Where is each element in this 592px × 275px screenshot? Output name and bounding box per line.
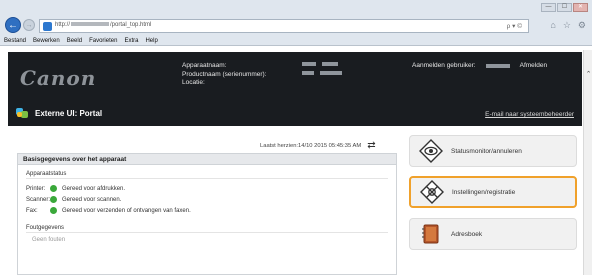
address-bar[interactable]: http:// /portal_top.html ρ ▾ © [39, 19, 529, 33]
login-info: Aanmelden gebruiker: Afmelden [412, 62, 547, 69]
status-label: Fax: [26, 207, 38, 214]
refresh-icon[interactable]: ⇄ [367, 140, 375, 151]
status-text: Gereed voor scannen. [62, 196, 122, 203]
redacted-value [302, 70, 314, 75]
address-book-label: Adresboek [451, 230, 483, 238]
status-monitor-icon [418, 138, 444, 164]
redacted-value [322, 62, 338, 66]
status-row-scanner: Scanner: Gereed voor scannen. [26, 194, 388, 205]
url-prefix: http:// [55, 22, 71, 28]
brand-logo: Canon [20, 66, 97, 90]
window-controls: — ☐ ✕ [541, 3, 588, 12]
menu-item-help[interactable]: Help [145, 37, 157, 46]
device-status-title: Apparaatstatus [26, 171, 388, 179]
portal-title-text: Externe UI: Portal [35, 109, 103, 118]
status-text: Gereed voor verzenden of ontvangen van f… [62, 207, 191, 214]
arrow-right-icon: → [25, 21, 33, 29]
menu-item-bewerken[interactable]: Bewerken [33, 37, 60, 46]
status-ok-icon [50, 207, 57, 214]
settings-registration-label: Instellingen/registratie [452, 188, 516, 196]
address-book-icon [418, 221, 444, 247]
favorites-star-icon[interactable]: ☆ [563, 20, 571, 31]
redacted-username [485, 63, 510, 68]
page-header: Canon Apparaatnaam: Productnaam (serienu… [8, 52, 582, 126]
menu-item-extra[interactable]: Extra [124, 37, 138, 46]
minimize-button[interactable]: — [541, 3, 556, 12]
vertical-scrollbar[interactable]: ⌃ [583, 50, 592, 275]
ie-page-icon [43, 22, 52, 31]
device-info-panel: Basisgegevens over het apparaat Apparaat… [17, 153, 397, 275]
redacted-value [302, 62, 316, 66]
settings-registration-icon [419, 179, 445, 205]
menu-item-beeld[interactable]: Beeld [67, 37, 82, 46]
scroll-up-icon[interactable]: ⌃ [584, 70, 592, 79]
gear-icon[interactable]: ⚙ [578, 20, 586, 31]
redacted-value [320, 70, 342, 75]
url-path: /portal_top.html [110, 22, 152, 28]
maximize-button[interactable]: ☐ [557, 3, 572, 12]
mail-admin-link[interactable]: E-mail naar systeembeheerder [485, 111, 574, 118]
error-text: Geen fouten [32, 237, 66, 243]
error-section: Foutgegevens Geen fouten [26, 225, 388, 243]
status-ok-icon [50, 185, 57, 192]
address-url: http:// /portal_top.html [55, 22, 151, 28]
panel-title: Basisgegevens over het apparaat [18, 154, 396, 165]
status-monitor-button[interactable]: Statusmonitor/annuleren [409, 135, 577, 167]
forward-button[interactable]: → [23, 19, 35, 31]
portal-title: Externe UI: Portal [16, 108, 102, 119]
last-updated-text: Laatst herzien:14/10 2015 05:45:35 AM [260, 142, 362, 149]
product-name-label: Productnaam (serienummer): [182, 70, 267, 78]
device-info: Apparaatnaam: Productnaam (serienummer):… [182, 62, 348, 88]
toolbar-icons: ⌂ ☆ ⚙ [550, 20, 586, 31]
portal-icon [16, 108, 29, 119]
settings-registration-button[interactable]: Instellingen/registratie [409, 176, 577, 208]
logout-link[interactable]: Afmelden [520, 62, 547, 69]
navigation-bar: ← → http:// /portal_top.html ρ ▾ © ⌂ ☆ ⚙ [0, 15, 592, 37]
status-label: Scanner: [26, 196, 51, 203]
status-row-printer: Printer: Gereed voor afdrukken. [26, 183, 388, 194]
last-updated: Laatst herzien:14/10 2015 05:45:35 AM ⇄ [260, 140, 376, 151]
close-button[interactable]: ✕ [573, 3, 588, 12]
device-status-section: Apparaatstatus Printer: Gereed voor afdr… [26, 171, 388, 216]
redacted-host [71, 22, 110, 27]
menu-bar: Bestand Bewerken Beeld Favorieten Extra … [0, 37, 592, 46]
device-name-label: Apparaatnaam: [182, 62, 227, 69]
menu-item-favorieten[interactable]: Favorieten [89, 37, 117, 46]
arrow-left-icon: ← [8, 19, 18, 31]
status-label: Printer: [26, 185, 46, 192]
menu-item-bestand[interactable]: Bestand [4, 37, 26, 46]
home-icon[interactable]: ⌂ [550, 20, 555, 31]
status-text: Gereed voor afdrukken. [62, 185, 126, 192]
status-ok-icon [50, 196, 57, 203]
login-user-label: Aanmelden gebruiker: [412, 62, 476, 69]
address-book-button[interactable]: Adresboek [409, 218, 577, 250]
back-button[interactable]: ← [5, 17, 21, 33]
location-label: Locatie: [182, 79, 205, 86]
status-monitor-label: Statusmonitor/annuleren [451, 147, 522, 155]
browser-chrome: — ☐ ✕ ← → http:// /portal_top.html ρ ▾ © … [0, 0, 592, 46]
status-row-fax: Fax: Gereed voor verzenden of ontvangen … [26, 205, 388, 216]
error-title: Foutgegevens [26, 225, 388, 233]
search-refresh-icon[interactable]: ρ ▾ © [507, 22, 522, 30]
